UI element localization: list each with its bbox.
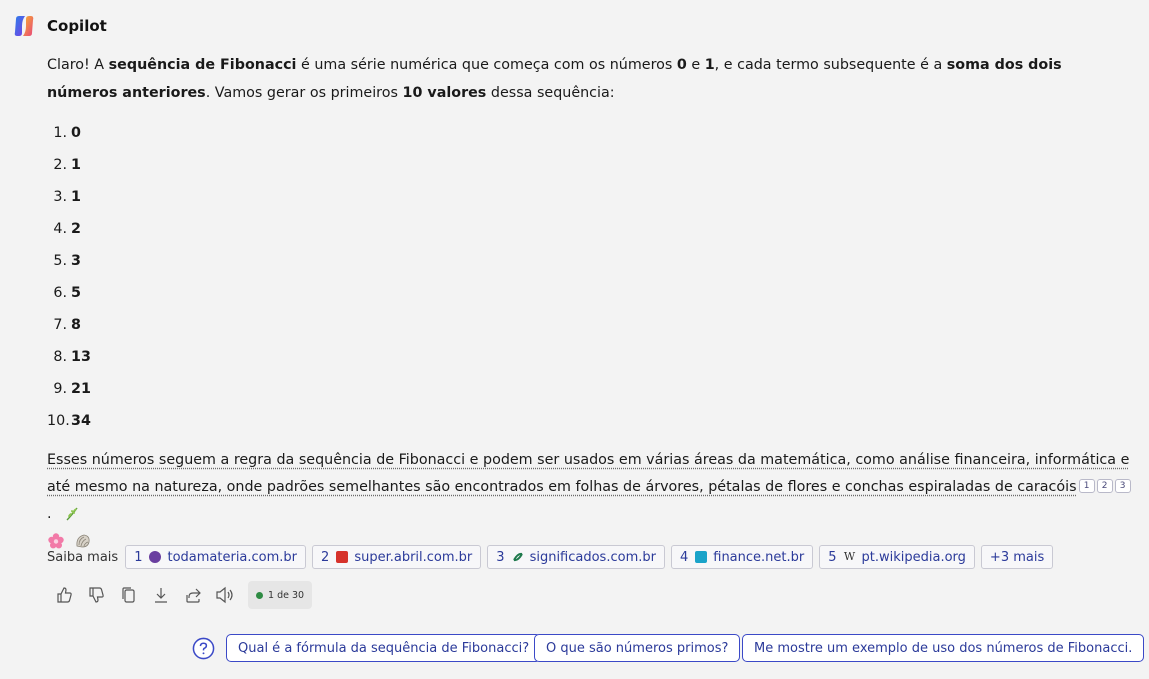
sources-label: Saiba mais (47, 549, 119, 565)
list-value: 0 (71, 125, 81, 141)
counter-text: 1 de 30 (268, 589, 305, 601)
intro-text: Claro! A (47, 57, 109, 73)
source-number: 3 (496, 549, 505, 565)
source-link[interactable]: 4 finance.net.br (670, 545, 814, 569)
citation-badge[interactable]: 1 (1078, 479, 1095, 493)
herb-emoji (66, 507, 78, 521)
list-number: 3. (53, 189, 67, 205)
sources-row: Saiba mais 1 todamateria.com.br 2 super.… (47, 545, 1059, 569)
list-item: 5. 3 (47, 245, 1132, 277)
source-domain: significados.com.br (529, 549, 656, 565)
list-value: 34 (71, 413, 91, 429)
question-icon (192, 637, 215, 660)
download-icon[interactable] (150, 584, 172, 606)
copy-icon[interactable] (118, 584, 140, 606)
message-actions: 1 de 30 (54, 581, 313, 609)
list-number: 9. (53, 381, 67, 397)
summary-paragraph: Esses números seguem a regra da sequênci… (47, 447, 1132, 555)
source-number: 5 (828, 549, 837, 565)
suggestion-button[interactable]: Qual é a fórmula da sequência de Fibonac… (226, 634, 542, 662)
citation-badge[interactable]: 3 (1114, 479, 1131, 493)
source-link[interactable]: 2 super.abril.com.br (312, 545, 482, 569)
list-value: 3 (71, 253, 81, 269)
list-item: 7. 8 (47, 309, 1132, 341)
brand-name: Copilot (47, 17, 107, 35)
list-number: 2. (53, 157, 67, 173)
intro-bold: 10 valores (402, 85, 487, 101)
intro-text: e (686, 57, 705, 73)
share-icon[interactable] (182, 584, 204, 606)
list-value: 5 (71, 285, 81, 301)
copilot-logo-icon (14, 16, 34, 36)
list-value: 8 (71, 317, 81, 333)
citation-badge[interactable]: 2 (1096, 479, 1113, 493)
list-item: 6. 5 (47, 277, 1132, 309)
thumbs-down-icon[interactable] (86, 584, 108, 606)
list-item: 10. 34 (47, 405, 1132, 437)
list-number: 10. (47, 413, 70, 429)
source-domain: todamateria.com.br (167, 549, 298, 565)
summary-end: . (47, 506, 52, 522)
significados-favicon-icon (512, 551, 524, 563)
list-value: 1 (71, 189, 81, 205)
suggestion-button[interactable]: Me mostre um exemplo de uso dos números … (742, 634, 1145, 662)
list-number: 8. (53, 349, 67, 365)
thumbs-up-icon[interactable] (54, 584, 76, 606)
intro-text: , e cada termo subsequente é a (714, 57, 947, 73)
wikipedia-favicon-icon: W (843, 550, 856, 563)
list-item: 9. 21 (47, 373, 1132, 405)
list-item: 1. 0 (47, 117, 1132, 149)
assistant-message: Claro! A sequência de Fibonacci é uma sé… (47, 51, 1132, 555)
list-number: 7. (53, 317, 67, 333)
list-number: 5. (53, 253, 67, 269)
more-sources-button[interactable]: +3 mais (980, 545, 1054, 569)
source-domain: pt.wikipedia.org (861, 549, 966, 565)
intro-text: é uma série numérica que começa com os n… (296, 57, 677, 73)
source-link[interactable]: 3 significados.com.br (487, 545, 665, 569)
list-number: 1. (53, 125, 67, 141)
summary-text[interactable]: Esses números seguem a regra da sequênci… (47, 452, 1129, 495)
list-item: 8. 13 (47, 341, 1132, 373)
source-link[interactable]: 5 W pt.wikipedia.org (819, 545, 975, 569)
superabril-favicon-icon (336, 551, 349, 563)
intro-text: . Vamos gerar os primeiros (205, 85, 403, 101)
chat-header: Copilot (12, 14, 107, 38)
source-number: 1 (134, 549, 143, 565)
source-domain: finance.net.br (713, 549, 805, 565)
intro-bold: sequência de Fibonacci (108, 57, 297, 73)
speaker-icon[interactable] (214, 584, 236, 606)
list-value: 2 (71, 221, 81, 237)
list-number: 4. (53, 221, 67, 237)
source-number: 2 (321, 549, 330, 565)
intro-paragraph: Claro! A sequência de Fibonacci é uma sé… (47, 51, 1132, 107)
source-number: 4 (679, 549, 689, 565)
status-dot-icon (256, 591, 263, 599)
todamateria-favicon-icon (149, 551, 162, 563)
intro-bold: 0 (676, 57, 687, 73)
list-value: 1 (71, 157, 81, 173)
finance-favicon-icon (695, 551, 708, 563)
suggestion-button[interactable]: O que são números primos? (534, 634, 741, 662)
list-item: 4. 2 (47, 213, 1132, 245)
intro-bold: 1 (704, 57, 715, 73)
intro-text: dessa sequência: (486, 85, 615, 101)
list-value: 13 (71, 349, 91, 365)
list-value: 21 (71, 381, 91, 397)
response-counter: 1 de 30 (248, 581, 313, 609)
list-number: 6. (53, 285, 67, 301)
source-domain: super.abril.com.br (354, 549, 473, 565)
list-item: 3. 1 (47, 181, 1132, 213)
source-link[interactable]: 1 todamateria.com.br (125, 545, 307, 569)
fibonacci-list: 1. 0 2. 1 3. 1 4. 2 5. 3 6. 5 7. 8 8. 13 9. 21 10… (47, 117, 1132, 437)
list-item: 2. 1 (47, 149, 1132, 181)
